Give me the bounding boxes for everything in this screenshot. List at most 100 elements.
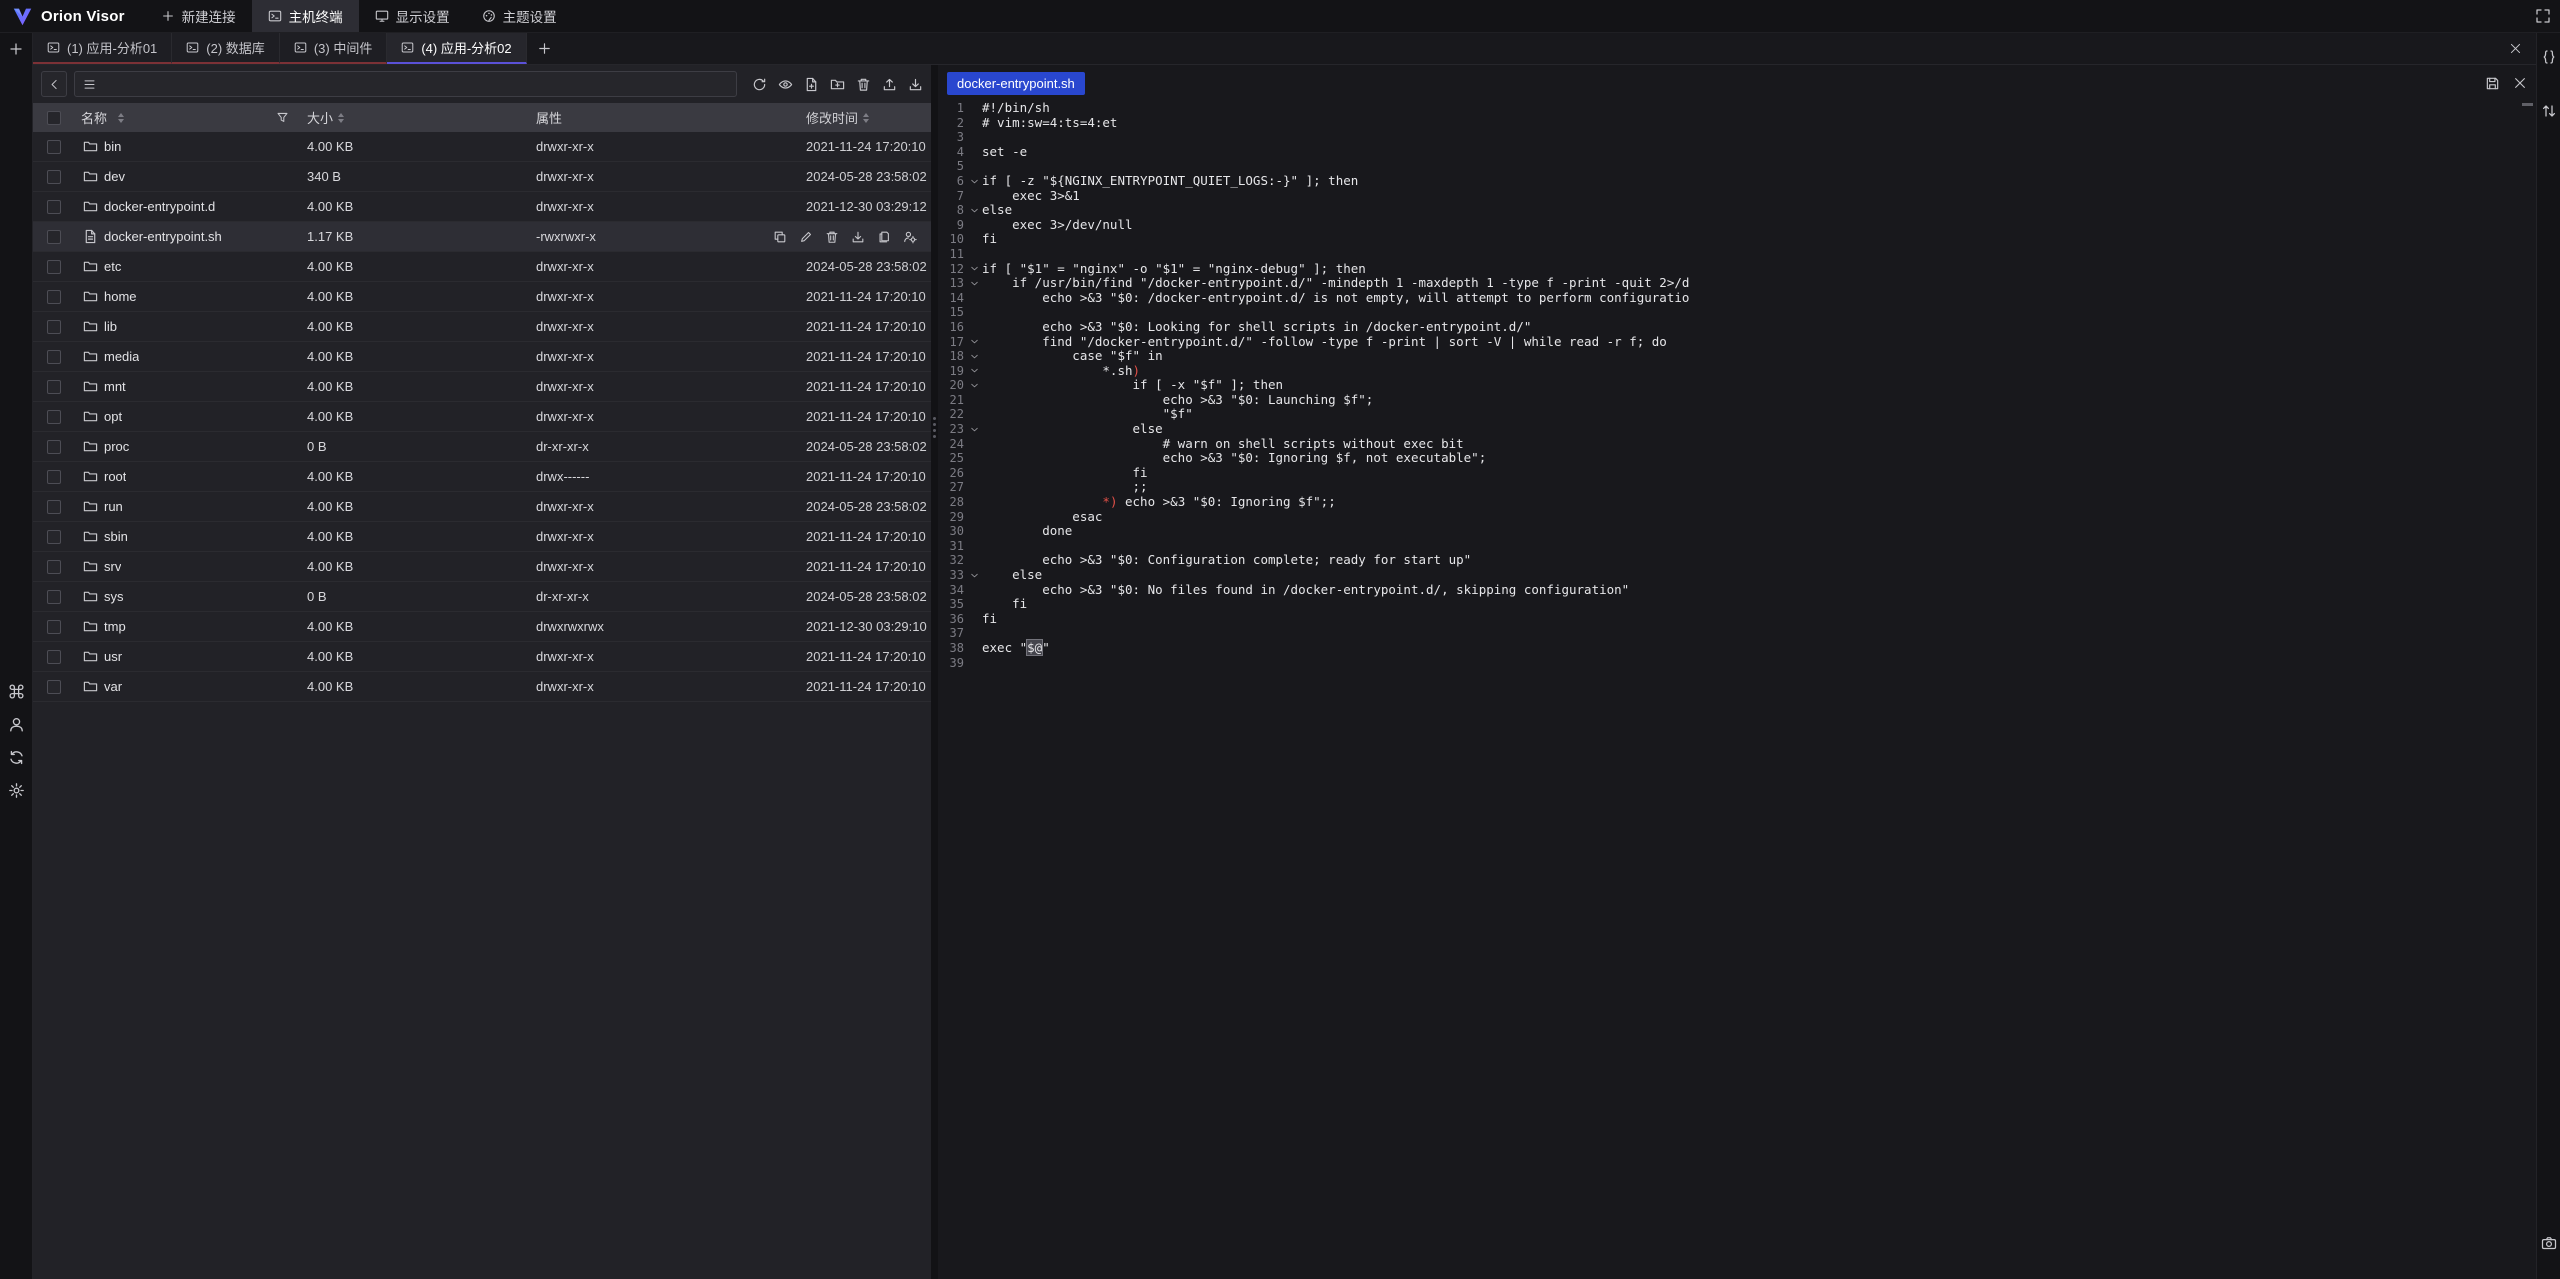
fold-chevron-icon[interactable] <box>966 203 982 218</box>
transfer-icon[interactable] <box>8 749 25 766</box>
editor-filename-tab[interactable]: docker-entrypoint.sh <box>947 72 1085 95</box>
row-checkbox[interactable] <box>47 380 61 394</box>
row-checkbox[interactable] <box>47 410 61 424</box>
file-row-var[interactable]: var4.00 KBdrwxr-xr-x2021-11-24 17:20:10 <box>33 672 931 702</box>
scrollbar-thumb[interactable] <box>2522 103 2533 106</box>
terminal-tab-1[interactable]: (1) 应用-分析01 <box>33 33 172 64</box>
row-checkbox[interactable] <box>47 530 61 544</box>
code-editor[interactable]: 1#!/bin/sh2# vim:sw=4:ts=4:et34set -e56i… <box>938 101 2522 1279</box>
file-row-opt[interactable]: opt4.00 KBdrwxr-xr-x2021-11-24 17:20:10 <box>33 402 931 432</box>
file-row-srv[interactable]: srv4.00 KBdrwxr-xr-x2021-11-24 17:20:10 <box>33 552 931 582</box>
row-checkbox[interactable] <box>47 620 61 634</box>
settings-icon[interactable] <box>8 782 25 799</box>
nav-item-host-terminal[interactable]: 主机终端 <box>252 0 359 32</box>
nav-item-new-connection[interactable]: 新建连接 <box>145 0 252 32</box>
save-icon[interactable] <box>2485 76 2500 91</box>
screenshot-icon[interactable] <box>2541 1235 2557 1251</box>
file-row-docker-entrypoint.d[interactable]: docker-entrypoint.d4.00 KBdrwxr-xr-x2021… <box>33 192 931 222</box>
new-connection-icon[interactable] <box>8 41 24 57</box>
add-tab-icon[interactable] <box>537 41 552 56</box>
sort-carets-icon[interactable] <box>338 113 344 123</box>
column-size[interactable]: 大小 <box>307 108 333 127</box>
row-checkbox[interactable] <box>47 290 61 304</box>
file-attr: drwxr-xr-x <box>530 499 786 514</box>
new-file-icon[interactable] <box>804 77 819 92</box>
row-checkbox[interactable] <box>47 680 61 694</box>
row-checkbox[interactable] <box>47 560 61 574</box>
upload-icon[interactable] <box>882 77 897 92</box>
file-row-docker-entrypoint.sh[interactable]: docker-entrypoint.sh1.17 KB-rwxrwxr-x <box>33 222 931 252</box>
line-order-icon[interactable] <box>2541 103 2557 119</box>
sort-carets-icon[interactable] <box>118 113 124 123</box>
download-icon[interactable] <box>851 230 865 244</box>
table-header: 名称 大小 属性 修改时间 <box>33 103 931 132</box>
delete-icon[interactable] <box>856 77 871 92</box>
file-row-run[interactable]: run4.00 KBdrwxr-xr-x2024-05-28 23:58:02 <box>33 492 931 522</box>
column-mtime[interactable]: 修改时间 <box>806 108 858 127</box>
terminal-tab-3[interactable]: (3) 中间件 <box>280 33 388 64</box>
row-checkbox[interactable] <box>47 170 61 184</box>
file-row-sys[interactable]: sys0 Bdr-xr-xr-x2024-05-28 23:58:02 <box>33 582 931 612</box>
command-icon[interactable] <box>8 683 25 700</box>
nav-item-theme-settings[interactable]: 主题设置 <box>466 0 573 32</box>
sort-carets-icon[interactable] <box>863 113 869 123</box>
user-icon[interactable] <box>8 716 25 733</box>
column-name[interactable]: 名称 <box>81 108 107 127</box>
row-checkbox[interactable] <box>47 230 61 244</box>
back-button[interactable] <box>41 71 67 97</box>
fullscreen-icon[interactable] <box>2535 8 2551 24</box>
fold-chevron-icon[interactable] <box>966 378 982 393</box>
file-row-proc[interactable]: proc0 Bdr-xr-xr-x2024-05-28 23:58:02 <box>33 432 931 462</box>
file-row-etc[interactable]: etc4.00 KBdrwxr-xr-x2024-05-28 23:58:02 <box>33 252 931 282</box>
row-checkbox[interactable] <box>47 320 61 334</box>
code-line: 2# vim:sw=4:ts=4:et <box>938 116 2522 131</box>
file-row-mnt[interactable]: mnt4.00 KBdrwxr-xr-x2021-11-24 17:20:10 <box>33 372 931 402</box>
format-icon[interactable] <box>2541 49 2557 65</box>
fold-chevron-icon[interactable] <box>966 364 982 379</box>
file-row-lib[interactable]: lib4.00 KBdrwxr-xr-x2021-11-24 17:20:10 <box>33 312 931 342</box>
file-row-dev[interactable]: dev340 Bdrwxr-xr-x2024-05-28 23:58:02 <box>33 162 931 192</box>
fold-chevron-icon[interactable] <box>966 174 982 189</box>
copy-path-icon[interactable] <box>773 230 787 244</box>
file-row-sbin[interactable]: sbin4.00 KBdrwxr-xr-x2021-11-24 17:20:10 <box>33 522 931 552</box>
fold-chevron-icon[interactable] <box>966 422 982 437</box>
row-checkbox[interactable] <box>47 140 61 154</box>
delete-icon[interactable] <box>825 230 839 244</box>
show-hidden-icon[interactable] <box>778 77 793 92</box>
terminal-tab-4[interactable]: (4) 应用-分析02 <box>387 33 526 64</box>
new-folder-icon[interactable] <box>830 77 845 92</box>
duplicate-icon[interactable] <box>877 230 891 244</box>
permission-icon[interactable] <box>903 230 917 244</box>
row-checkbox[interactable] <box>47 200 61 214</box>
select-all-checkbox[interactable] <box>47 111 61 125</box>
row-checkbox[interactable] <box>47 500 61 514</box>
row-checkbox[interactable] <box>47 590 61 604</box>
file-row-tmp[interactable]: tmp4.00 KBdrwxrwxrwx2021-12-30 03:29:10 <box>33 612 931 642</box>
panel-splitter[interactable] <box>931 65 938 1279</box>
row-checkbox[interactable] <box>47 440 61 454</box>
path-input[interactable] <box>74 71 737 97</box>
close-tabs-icon[interactable] <box>2509 42 2522 55</box>
file-row-home[interactable]: home4.00 KBdrwxr-xr-x2021-11-24 17:20:10 <box>33 282 931 312</box>
row-checkbox[interactable] <box>47 260 61 274</box>
file-row-usr[interactable]: usr4.00 KBdrwxr-xr-x2021-11-24 17:20:10 <box>33 642 931 672</box>
refresh-icon[interactable] <box>752 77 767 92</box>
nav-item-display-settings[interactable]: 显示设置 <box>359 0 466 32</box>
fold-chevron-icon[interactable] <box>966 568 982 583</box>
file-row-bin[interactable]: bin4.00 KBdrwxr-xr-x2021-11-24 17:20:10 <box>33 132 931 162</box>
row-checkbox[interactable] <box>47 650 61 664</box>
fold-chevron-icon[interactable] <box>966 276 982 291</box>
fold-chevron-icon[interactable] <box>966 262 982 277</box>
file-row-media[interactable]: media4.00 KBdrwxr-xr-x2021-11-24 17:20:1… <box>33 342 931 372</box>
row-checkbox[interactable] <box>47 350 61 364</box>
file-row-root[interactable]: root4.00 KBdrwx------2021-11-24 17:20:10 <box>33 462 931 492</box>
edit-icon[interactable] <box>799 230 813 244</box>
download-icon[interactable] <box>908 77 923 92</box>
filter-icon[interactable] <box>276 111 289 124</box>
terminal-tab-2[interactable]: (2) 数据库 <box>172 33 280 64</box>
fold-chevron-icon[interactable] <box>966 335 982 350</box>
fold-chevron-icon[interactable] <box>966 349 982 364</box>
row-checkbox[interactable] <box>47 470 61 484</box>
close-editor-icon[interactable] <box>2513 76 2527 90</box>
file-mtime: 2024-05-28 23:58:02 <box>786 169 931 184</box>
